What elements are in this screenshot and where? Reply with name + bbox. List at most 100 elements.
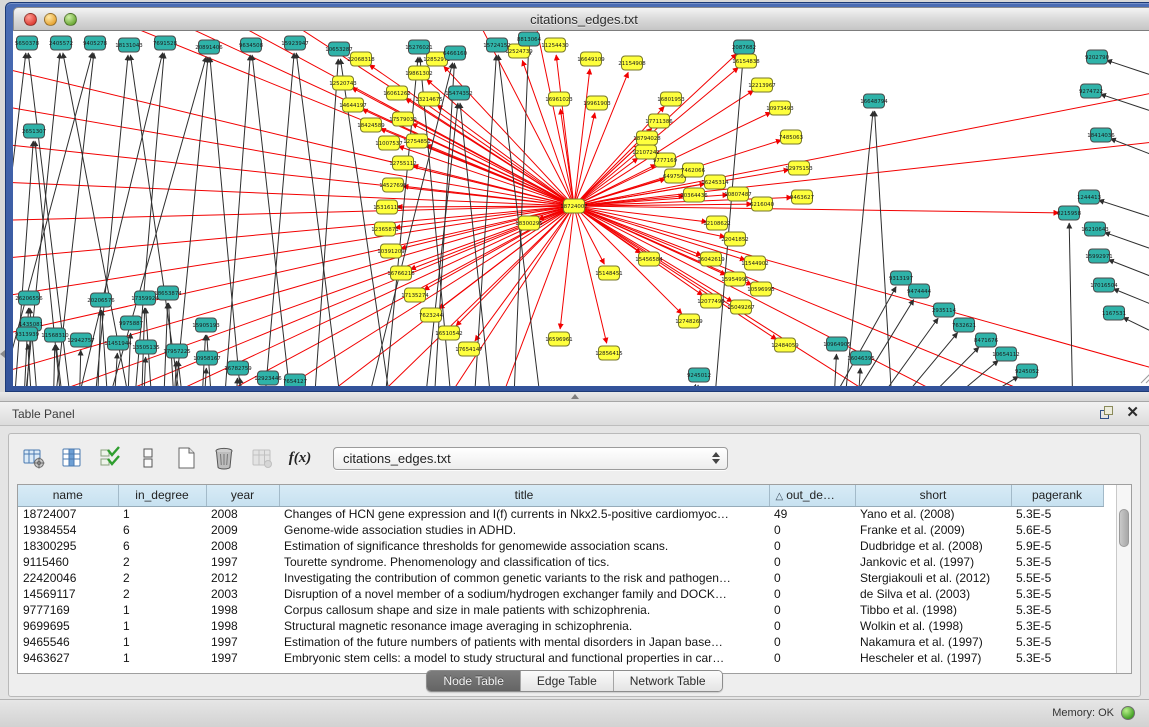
graph-node[interactable]: 22068318 — [347, 52, 375, 66]
graph-node[interactable]: 9245052 — [1015, 364, 1039, 378]
graph-node[interactable]: 10807487 — [724, 187, 751, 201]
graph-node[interactable]: 20364436 — [680, 188, 708, 202]
citation-network-graph[interactable]: 1872400722068318125207431464419718424589… — [13, 31, 1149, 386]
graph-node[interactable]: 9474444 — [907, 284, 932, 298]
table-selector-dropdown[interactable]: citations_edges.txt — [333, 447, 728, 470]
graph-node[interactable]: 12975153 — [785, 161, 812, 175]
graph-node[interactable]: 5650378 — [15, 36, 40, 50]
graph-node[interactable]: 2935114 — [932, 303, 957, 317]
resize-grip-icon[interactable] — [1141, 370, 1149, 383]
graph-node[interactable]: 14527698 — [379, 178, 407, 192]
network-window-titlebar[interactable]: citations_edges.txt — [13, 7, 1149, 31]
graph-node[interactable]: 12856415 — [595, 346, 622, 360]
horizontal-splitter[interactable] — [0, 392, 1149, 401]
graph-node[interactable]: 10964905 — [823, 337, 850, 351]
column-header-name[interactable]: name — [18, 485, 118, 506]
graph-node[interactable]: 11544902 — [741, 256, 768, 270]
graph-node[interactable]: 16649109 — [577, 52, 605, 66]
graph-node[interactable]: 9463627 — [790, 190, 814, 204]
tab-node-table[interactable]: Node Table — [427, 671, 521, 691]
graph-node[interactable]: 16046395 — [847, 351, 874, 365]
graph-node[interactable]: 7623244 — [419, 308, 444, 322]
graph-node[interactable]: 11451944 — [104, 336, 132, 350]
graph-node[interactable]: 17579030 — [389, 112, 417, 126]
graph-node[interactable]: 20891406 — [195, 40, 223, 54]
graph-node[interactable]: 17016504 — [1090, 278, 1118, 292]
graph-node[interactable]: 11568310 — [41, 328, 69, 342]
graph-node[interactable]: 7654127 — [283, 374, 307, 386]
graph-node[interactable]: 12942757 — [67, 333, 94, 347]
graph-node[interactable]: 15148451 — [595, 266, 622, 280]
vertical-scrollbar[interactable] — [1116, 485, 1131, 673]
column-header-short[interactable]: short — [855, 485, 1011, 506]
graph-node[interactable]: 2651307 — [22, 124, 46, 138]
graph-node[interactable]: 1167531 — [1102, 306, 1126, 320]
tab-edge-table[interactable]: Edge Table — [521, 671, 614, 691]
graph-node[interactable]: 17359924 — [131, 291, 159, 305]
graph-node[interactable]: 15724152 — [483, 38, 510, 52]
graph-node[interactable]: 8215958 — [1057, 206, 1082, 220]
graph-node[interactable]: 13214675 — [415, 92, 442, 106]
graph-node[interactable]: 6466160 — [443, 46, 468, 60]
graph-node[interactable]: 17654147 — [455, 342, 482, 356]
graph-node[interactable]: 16766216 — [387, 266, 415, 280]
table-row[interactable]: 969969511998Structural magnetic resonanc… — [18, 618, 1103, 634]
graph-node[interactable]: 9975887 — [119, 316, 143, 330]
column-header-out_de[interactable]: △out_de… — [769, 485, 855, 506]
graph-node[interactable]: 16154838 — [732, 54, 760, 68]
splitter-handle-icon[interactable] — [571, 394, 579, 399]
graph-node[interactable]: 12213967 — [748, 78, 775, 92]
close-panel-icon[interactable]: ✕ — [1126, 406, 1139, 420]
graph-node[interactable]: 7462066 — [681, 163, 706, 177]
graph-node[interactable]: 12108622 — [703, 216, 730, 230]
graph-node[interactable]: 15954995 — [721, 272, 748, 286]
graph-node[interactable]: 9202790 — [1085, 50, 1110, 64]
table-row[interactable]: 2242004622012Investigating the contribut… — [18, 570, 1103, 586]
graph-node[interactable]: 9634508 — [239, 38, 264, 52]
graph-node[interactable]: 13505135 — [132, 340, 159, 354]
graph-node[interactable]: 9245012 — [687, 368, 711, 382]
graph-node[interactable]: 1244413 — [1077, 190, 1101, 204]
graph-node[interactable]: 12923446 — [254, 371, 282, 385]
graph-node[interactable]: 18131043 — [115, 38, 142, 52]
graph-node[interactable]: 12754851 — [403, 134, 430, 148]
graph-node[interactable]: 18794028 — [633, 131, 661, 145]
tab-network-table[interactable]: Network Table — [614, 671, 722, 691]
graph-node[interactable]: 11254430 — [541, 38, 569, 52]
graph-node[interactable]: 16510542 — [435, 326, 462, 340]
graph-node[interactable]: 15316119 — [373, 200, 401, 214]
graph-node[interactable]: 17957225 — [163, 344, 190, 358]
graph-node[interactable]: 16061262 — [383, 86, 410, 100]
graph-node[interactable]: 9405278 — [83, 36, 108, 50]
panel-collapse-arrow-icon[interactable] — [0, 350, 5, 358]
select-rows-icon[interactable] — [97, 445, 123, 471]
graph-node[interactable]: 16042619 — [697, 252, 725, 266]
graph-node[interactable]: 12365871 — [371, 222, 398, 236]
graph-node[interactable]: 19961903 — [583, 96, 610, 110]
graph-node[interactable]: 7691528 — [153, 36, 178, 50]
graph-node[interactable]: 19861302 — [405, 66, 432, 80]
graph-node[interactable]: 7632621 — [952, 318, 976, 332]
graph-node[interactable]: 11007537 — [375, 136, 402, 150]
row-height-icon[interactable] — [135, 445, 161, 471]
zoom-window-button[interactable] — [64, 13, 77, 26]
table-row[interactable]: 911546021997Tourette syndrome. Phenomeno… — [18, 554, 1103, 570]
column-header-pagerank[interactable]: pagerank — [1011, 485, 1103, 506]
graph-node[interactable]: 15992971 — [1085, 249, 1112, 263]
graph-node[interactable]: 18724007 — [560, 199, 587, 213]
graph-node[interactable]: 10654112 — [992, 347, 1019, 361]
graph-node[interactable]: 8813064 — [517, 32, 542, 46]
graph-node[interactable]: 16648794 — [860, 94, 888, 108]
graph-node[interactable]: 7485063 — [779, 130, 803, 144]
graph-node[interactable]: 15923947 — [281, 36, 308, 50]
graph-node[interactable]: 18300295 — [515, 216, 542, 230]
graph-node[interactable]: 22041852 — [721, 232, 748, 246]
graph-node[interactable]: 6216040 — [750, 197, 775, 211]
graph-node[interactable]: 10973493 — [766, 101, 793, 115]
graph-node[interactable]: 15276021 — [405, 40, 432, 54]
graph-node[interactable]: 12755112 — [389, 156, 416, 170]
graph-node[interactable]: 16210643 — [1081, 222, 1108, 236]
graph-node[interactable]: 15049267 — [727, 300, 754, 314]
graph-node[interactable]: 16801953 — [657, 92, 684, 106]
table-row[interactable]: 1938455462009Genome-wide association stu… — [18, 522, 1103, 538]
